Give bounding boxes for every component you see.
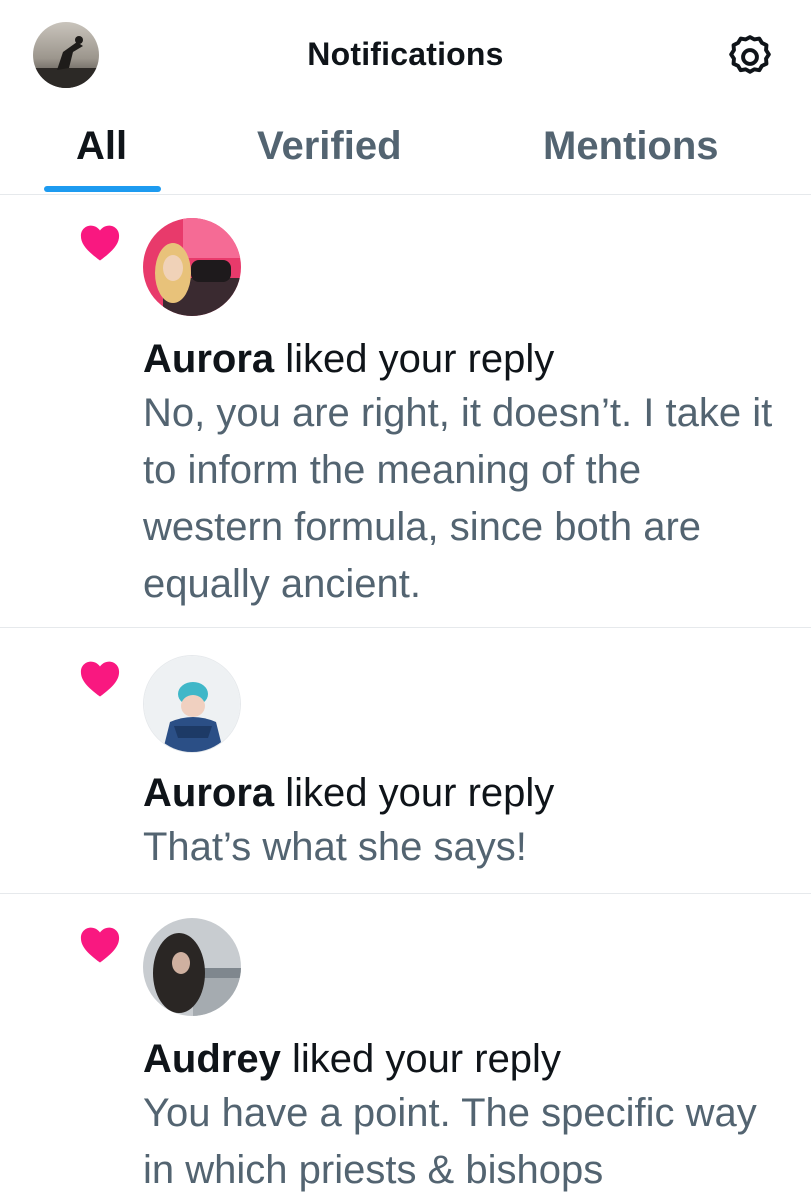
avatar[interactable] — [143, 218, 241, 316]
avatar-image — [144, 656, 240, 752]
heart-icon — [80, 927, 120, 963]
user-name[interactable]: Audrey — [143, 1037, 281, 1081]
avatar-image — [143, 918, 241, 1016]
notification-item[interactable]: Audrey liked your reply You have a point… — [0, 894, 811, 1200]
reply-text: That’s what she says! — [143, 825, 527, 869]
tab-verified[interactable]: Verified — [257, 124, 402, 169]
avatar[interactable] — [143, 655, 241, 753]
tab-mentions[interactable]: Mentions — [543, 124, 719, 169]
avatar-image — [143, 218, 241, 316]
heart-icon — [80, 661, 120, 697]
notification-headline: Aurora liked your reply — [143, 337, 554, 382]
notification-action: liked your reply — [285, 337, 555, 381]
tab-bar: All Verified Mentions — [0, 110, 811, 195]
top-bar: Notifications — [0, 0, 811, 110]
notification-item[interactable]: Aurora liked your reply No, you are righ… — [0, 194, 811, 628]
user-name[interactable]: Aurora — [143, 337, 274, 381]
gear-icon — [729, 35, 771, 74]
reply-text: You have a point. The specific way in wh… — [143, 1091, 757, 1192]
reply-text: No, you are right, it doesn’t. I take it… — [143, 391, 773, 606]
user-name[interactable]: Aurora — [143, 771, 274, 815]
avatar[interactable] — [143, 918, 241, 1016]
heart-icon — [80, 225, 120, 261]
tab-all[interactable]: All — [76, 124, 127, 169]
page-title: Notifications — [307, 36, 504, 72]
active-tab-indicator — [44, 186, 161, 192]
notification-headline: Audrey liked your reply — [143, 1037, 561, 1082]
notification-headline: Aurora liked your reply — [143, 771, 554, 816]
notification-item[interactable]: Aurora liked your reply That’s what she … — [0, 628, 811, 894]
settings-button[interactable] — [724, 31, 776, 83]
notification-action: liked your reply — [291, 1037, 561, 1081]
notification-action: liked your reply — [285, 771, 555, 815]
